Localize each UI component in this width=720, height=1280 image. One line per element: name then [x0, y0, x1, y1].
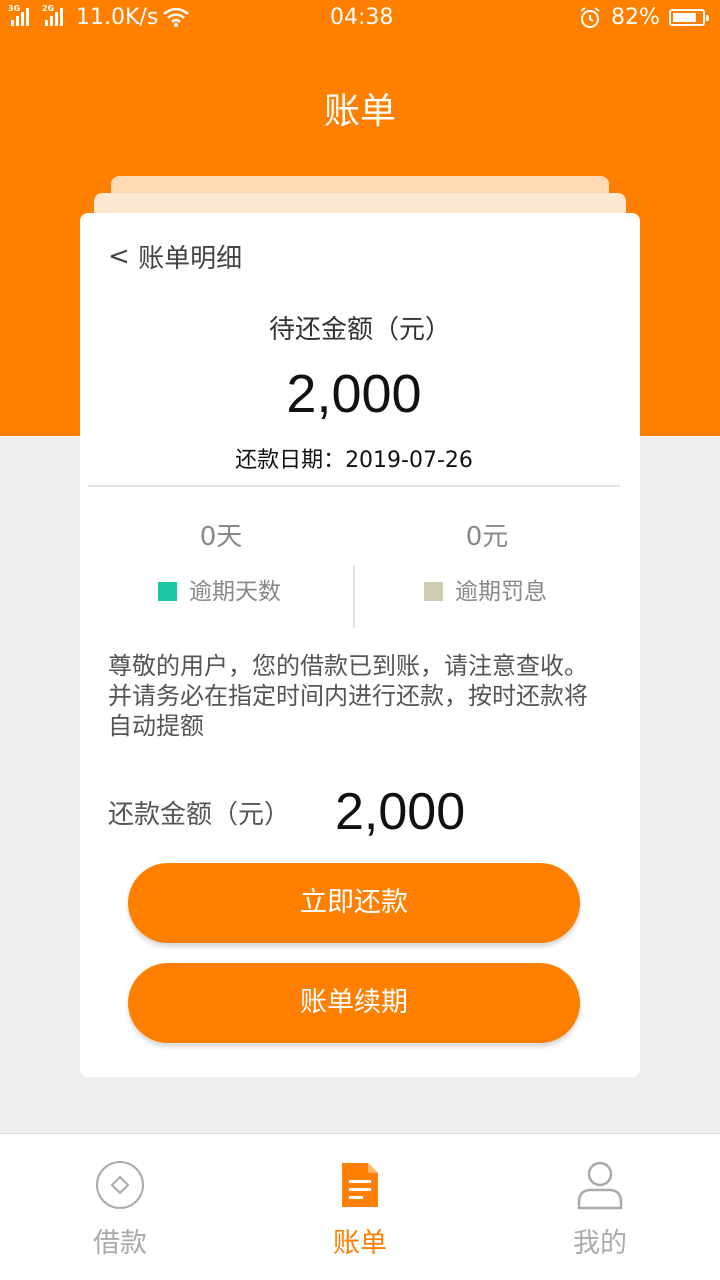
- overdue-fine-label-group: 逾期罚息: [424, 572, 547, 606]
- overdue-days-label-group: 逾期天数: [158, 572, 281, 606]
- overdue-days-value: 0天: [199, 522, 243, 552]
- signal-icon: [11, 8, 29, 26]
- user-icon: [577, 1161, 623, 1210]
- overdue-fine-marker-icon: [424, 582, 443, 601]
- repay-now-button[interactable]: 立即还款: [128, 863, 580, 943]
- battery-icon: [669, 9, 709, 26]
- overdue-days-marker-icon: [158, 582, 177, 601]
- tab-bill[interactable]: 账单: [240, 1134, 480, 1280]
- signal-icon-2: [45, 8, 63, 26]
- loan-icon: [96, 1161, 144, 1209]
- due-amount-value: 2,000: [286, 364, 422, 424]
- chevron-left-icon: <: [108, 241, 139, 272]
- bottom-tab-bar: 借款 账单 我的: [0, 1133, 720, 1280]
- due-amount-label: 待还金额（元）: [268, 315, 451, 345]
- repay-amount-value: 2,000: [335, 783, 466, 841]
- tab-mine-label: 我的: [573, 1228, 627, 1259]
- overdue-fine-value: 0元: [465, 522, 509, 552]
- tab-loan-label: 借款: [93, 1228, 147, 1259]
- tab-loan[interactable]: 借款: [0, 1134, 240, 1280]
- network-speed: 11.0K/s: [76, 5, 159, 30]
- battery-level: [673, 13, 696, 22]
- bill-detail-back-link[interactable]: < 账单明细: [108, 238, 242, 275]
- battery-nub: [706, 15, 709, 21]
- overdue-days-label: 逾期天数: [189, 579, 281, 605]
- overdue-fine-label: 逾期罚息: [455, 579, 547, 605]
- battery-percent: 82%: [611, 5, 660, 30]
- bill-icon: [342, 1163, 378, 1207]
- wifi-icon: [163, 7, 189, 27]
- tab-bill-label: 账单: [333, 1228, 387, 1259]
- renew-bill-button[interactable]: 账单续期: [128, 963, 580, 1043]
- alarm-icon: [580, 7, 600, 28]
- divider: [88, 485, 620, 487]
- page-title: 账单: [323, 91, 396, 132]
- bill-detail-label: 账单明细: [138, 244, 243, 274]
- status-bar: 3G 2G 11.0K/s 04:38 82%: [0, 0, 720, 38]
- clock: 04:38: [330, 5, 394, 30]
- notice-text: 尊敬的用户，您的借款已到账，请注意查收。并请务必在指定时间内进行还款，按时还款将…: [108, 652, 588, 740]
- repay-amount-label: 还款金额（元）: [108, 800, 291, 830]
- tab-mine[interactable]: 我的: [480, 1134, 720, 1280]
- due-date: 还款日期：2019-07-26: [235, 448, 473, 473]
- stat-divider: [353, 566, 355, 628]
